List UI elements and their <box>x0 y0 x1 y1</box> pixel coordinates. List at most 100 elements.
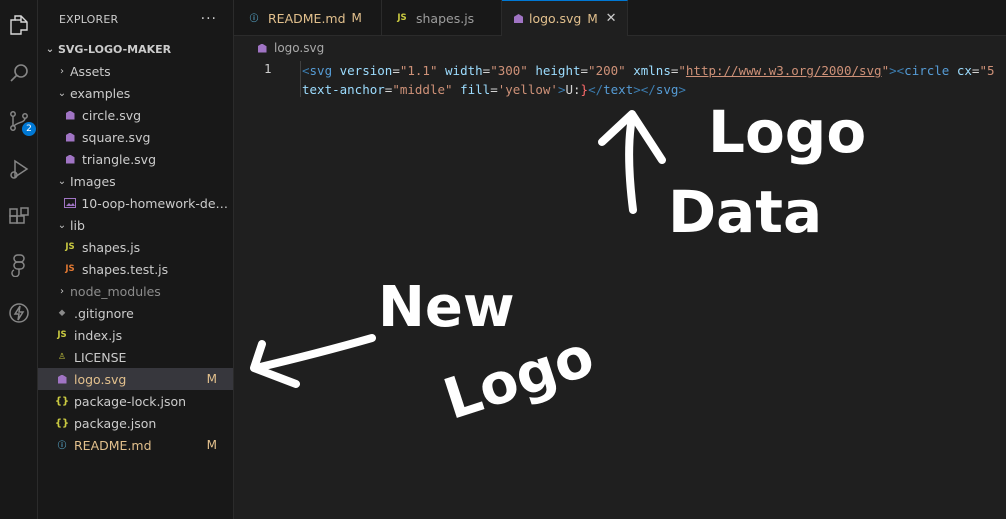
tree-root-label: SVG-LOGO-MAKER <box>58 42 172 56</box>
tab-label: README.md <box>268 10 346 26</box>
search-icon[interactable] <box>4 58 34 88</box>
chevron-down-icon: ⌄ <box>57 175 67 187</box>
chevron-down-icon: ⌄ <box>45 43 55 55</box>
code-token: cx <box>949 63 972 78</box>
editor-tabs: ⓘ README.md M JS shapes.js logo.svg M ✕ <box>234 0 1006 36</box>
code-token: height <box>527 63 581 78</box>
explorer-sidebar: EXPLORER ··· ⌄ SVG-LOGO-MAKER › Assets ⌄… <box>38 0 234 519</box>
tree-item-label: Assets <box>70 63 111 79</box>
tree-folder-assets[interactable]: › Assets <box>38 60 233 82</box>
chevron-down-icon: ⌄ <box>57 87 67 99</box>
code-token: </ <box>640 82 656 97</box>
tree-file-readme-md[interactable]: ⓘ README.md M <box>38 434 233 456</box>
code-token: " <box>678 63 686 78</box>
js-test-file-icon: JS <box>65 264 75 274</box>
code-token: = <box>580 63 589 78</box>
tree-file-image[interactable]: 10-oop-homework-dem... <box>38 192 233 214</box>
tree-folder-lib[interactable]: ⌄ lib <box>38 214 233 236</box>
breadcrumb[interactable]: logo.svg <box>234 37 324 59</box>
tab-shapes-js[interactable]: JS shapes.js <box>382 0 502 36</box>
explorer-header: EXPLORER ··· <box>38 0 233 38</box>
code-token: "200" <box>588 63 626 78</box>
tree-file-index-js[interactable]: JS index.js <box>38 324 233 346</box>
chevron-right-icon: › <box>60 285 64 297</box>
svg-file-icon <box>254 40 270 56</box>
code-token: circle <box>904 63 950 78</box>
figma-icon[interactable] <box>4 250 34 280</box>
extensions-icon[interactable] <box>4 202 34 232</box>
tree-item-label: examples <box>70 85 131 101</box>
git-file-icon: ◆ <box>58 308 66 318</box>
chevron-right-icon: › <box>60 65 64 77</box>
tree-file-circle-svg[interactable]: circle.svg <box>38 104 233 126</box>
js-file-icon: JS <box>57 330 67 340</box>
tree-item-label: .gitignore <box>74 305 134 321</box>
tree-file-license[interactable]: ♙ LICENSE <box>38 346 233 368</box>
code-token: >< <box>889 63 905 78</box>
code-token: "middle" <box>392 82 453 97</box>
line-number: 1 <box>264 61 272 76</box>
tree-file-shapes-test-js[interactable]: JS shapes.test.js <box>38 258 233 280</box>
tab-label: shapes.js <box>416 10 475 26</box>
code-content[interactable]: <svg version="1.1" width="300" height="2… <box>302 61 995 99</box>
tab-label: logo.svg <box>529 11 582 26</box>
tree-file-package-lock-json[interactable]: {} package-lock.json <box>38 390 233 412</box>
tree-item-label: README.md <box>74 437 152 453</box>
run-debug-icon[interactable] <box>4 154 34 184</box>
code-token: U: <box>565 82 581 97</box>
tree-item-label: package-lock.json <box>74 393 187 409</box>
source-control-icon[interactable]: 2 <box>4 106 36 136</box>
code-token: fill <box>452 82 491 97</box>
modified-badge: M <box>206 438 217 452</box>
code-token: 'yellow' <box>497 82 558 97</box>
svg-file-icon <box>514 11 523 27</box>
tree-item-label: 10-oop-homework-dem... <box>81 195 233 211</box>
tree-file-logo-svg[interactable]: logo.svg M <box>38 368 233 390</box>
tree-item-label: shapes.test.js <box>82 261 169 277</box>
code-token: "5 <box>979 63 995 78</box>
js-file-icon: JS <box>65 242 75 252</box>
code-link[interactable]: http://www.w3.org/2000/svg <box>686 63 882 78</box>
code-token: svg <box>655 82 679 97</box>
tree-file-triangle-svg[interactable]: triangle.svg <box>38 148 233 170</box>
tab-readme[interactable]: ⓘ README.md M <box>234 0 382 36</box>
json-file-icon: {} <box>54 417 70 429</box>
code-editor[interactable]: 1 <svg version="1.1" width="300" height=… <box>234 59 1006 519</box>
thunder-icon[interactable] <box>4 298 34 328</box>
svg-file-icon <box>54 371 70 387</box>
tree-folder-node-modules[interactable]: › node_modules <box>38 280 233 302</box>
tree-file-package-json[interactable]: {} package.json <box>38 412 233 434</box>
tree-file-shapes-js[interactable]: JS shapes.js <box>38 236 233 258</box>
scm-badge: 2 <box>22 122 36 136</box>
code-token: text-anchor <box>302 82 385 97</box>
code-token: < <box>302 63 310 78</box>
explorer-title: EXPLORER <box>59 12 119 26</box>
code-token: = <box>490 82 498 97</box>
tree-item-label: package.json <box>74 415 157 431</box>
tree-item-label: index.js <box>74 327 123 343</box>
tree-item-label: triangle.svg <box>82 151 157 167</box>
tree-item-label: Images <box>70 173 116 189</box>
close-icon[interactable]: ✕ <box>606 11 617 26</box>
code-token: } <box>580 82 589 97</box>
code-token: > <box>678 82 686 97</box>
modified-badge: M <box>587 11 598 26</box>
code-token: version <box>332 63 393 78</box>
tree-item-label: square.svg <box>82 129 151 145</box>
tree-folder-examples[interactable]: ⌄ examples <box>38 82 233 104</box>
tree-folder-images[interactable]: ⌄ Images <box>38 170 233 192</box>
activity-bar: 2 <box>0 0 38 519</box>
modified-badge: M <box>206 372 217 386</box>
tree-root-folder[interactable]: ⌄ SVG-LOGO-MAKER <box>38 38 233 60</box>
json-file-icon: {} <box>54 395 70 407</box>
tree-file-gitignore[interactable]: ◆ .gitignore <box>38 302 233 324</box>
svg-file-icon <box>62 129 78 145</box>
tree-file-square-svg[interactable]: square.svg <box>38 126 233 148</box>
tree-item-label: logo.svg <box>74 371 127 387</box>
tab-logo-svg[interactable]: logo.svg M ✕ <box>502 0 628 36</box>
more-actions-icon[interactable]: ··· <box>201 11 217 27</box>
code-token: "300" <box>490 63 528 78</box>
js-file-icon: JS <box>397 13 407 23</box>
explorer-icon[interactable] <box>4 10 34 40</box>
svg-file-icon <box>62 107 78 123</box>
